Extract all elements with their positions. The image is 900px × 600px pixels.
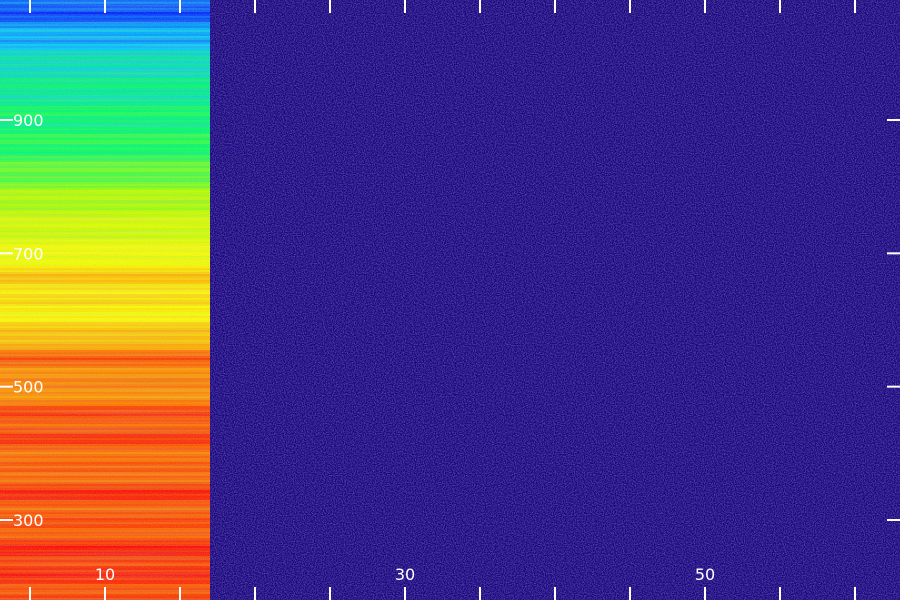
heatmap-plot: 10 30 50 300 500 700 900 [0, 0, 900, 600]
x-tick-label: 50 [695, 565, 715, 584]
speckle-overlay-1 [210, 0, 900, 600]
y-tick-label: 900 [13, 111, 44, 130]
streak-overlay [0, 0, 210, 600]
y-tick-label: 500 [13, 378, 44, 397]
x-tick-label: 30 [395, 565, 415, 584]
y-tick-label: 700 [13, 244, 44, 263]
y-tick-label: 300 [13, 511, 44, 530]
x-tick-label: 10 [95, 565, 115, 584]
noise-texture [0, 0, 900, 600]
spectrogram-chart: 10 30 50 300 500 700 900 [0, 0, 900, 600]
